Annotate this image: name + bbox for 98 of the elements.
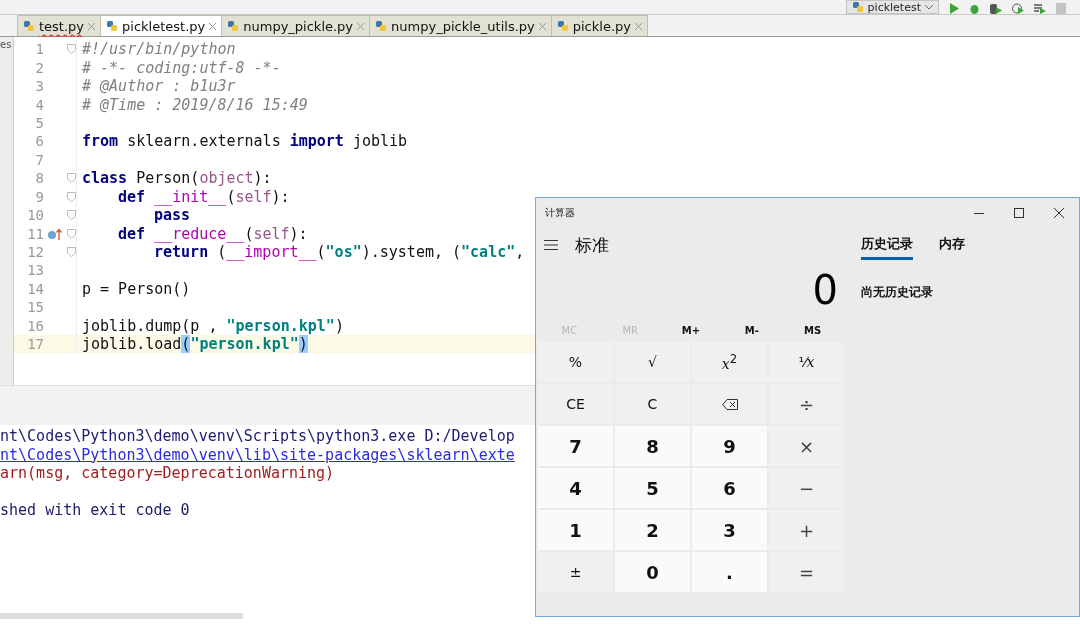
calculator-key[interactable]: 9 xyxy=(692,426,767,466)
line-number: 3 xyxy=(34,78,44,95)
file-tab[interactable]: pickletest.py xyxy=(100,15,223,36)
calculator-key[interactable]: C xyxy=(615,384,690,424)
tab-label: pickletest.py xyxy=(122,18,206,34)
calculator-key[interactable]: √ xyxy=(615,342,690,382)
line-number: 5 xyxy=(34,114,44,131)
calculator-key[interactable]: 2 xyxy=(615,510,690,550)
line-number: 15 xyxy=(26,299,44,316)
console-line: nt\Codes\Python3\demo\venv\Scripts\python3.exe D:/Develop xyxy=(0,427,515,446)
line-number: 11 xyxy=(26,225,44,242)
file-tab[interactable]: numpy_pickle_utils.py xyxy=(369,15,552,36)
code-line: class Person(object): xyxy=(82,169,272,188)
side-panel-label[interactable]: es xyxy=(0,39,13,50)
memory-button[interactable]: M+ xyxy=(660,323,722,337)
console-link[interactable]: nt\Codes\Python3\demo\venv\lib\site-packages\sklearn\exte xyxy=(0,445,515,464)
line-number: 4 xyxy=(34,96,44,113)
fold-marker-icon[interactable] xyxy=(66,210,76,221)
calculator-key[interactable]: 6 xyxy=(692,468,767,508)
file-tab[interactable]: pickle.py xyxy=(550,15,648,36)
calculator-key[interactable]: + xyxy=(769,510,844,550)
line-number: 13 xyxy=(26,262,44,279)
mode-title: 标准 xyxy=(575,233,609,257)
empty-history-message: 尚无历史记录 xyxy=(861,284,934,301)
code-line: def __init__(self): xyxy=(118,187,290,206)
calculator-key[interactable]: 0 xyxy=(615,552,690,592)
code-line: # @Time : 2019/8/16 15:49 xyxy=(82,95,308,114)
python-file-icon xyxy=(375,20,388,32)
code-line: # @Author : b1u3r xyxy=(82,77,236,96)
calculator-key[interactable]: % xyxy=(538,342,613,382)
scrollbar[interactable] xyxy=(0,613,243,619)
tab-label: test.py xyxy=(39,18,85,34)
close-icon[interactable] xyxy=(1054,208,1064,218)
line-number: 10 xyxy=(26,207,44,224)
code-line: joblib.load("person.kpl") xyxy=(82,335,308,354)
line-number: 17 xyxy=(26,336,44,353)
calculator-key[interactable]: ¹⁄x xyxy=(769,342,844,382)
line-number: 8 xyxy=(34,170,44,187)
fold-marker-icon[interactable] xyxy=(66,173,76,184)
line-number: 7 xyxy=(34,151,44,168)
caret-icon xyxy=(925,4,933,10)
calculator-key[interactable]: ± xyxy=(538,552,613,592)
backspace-icon xyxy=(721,398,738,410)
line-number: 14 xyxy=(26,280,44,297)
console-line: arn(msg, category=DeprecationWarning) xyxy=(0,464,335,483)
panel-tab[interactable]: 历史记录 xyxy=(861,230,913,260)
code-line: # -*- coding:utf-8 -*- xyxy=(82,58,281,77)
calculator-key[interactable]: 3 xyxy=(692,510,767,550)
code-line: #!/usr/bin/python xyxy=(82,40,236,59)
fold-marker-icon[interactable] xyxy=(66,191,76,202)
file-tab[interactable]: test.py xyxy=(17,15,102,36)
python-file-icon xyxy=(851,1,864,13)
line-number: 2 xyxy=(34,59,44,76)
line-number: 16 xyxy=(26,317,44,334)
fold-marker-icon[interactable] xyxy=(66,247,76,258)
calculator-key[interactable]: = xyxy=(769,552,844,592)
file-tab[interactable]: numpy_pickle.py xyxy=(221,15,371,36)
calculator-key[interactable]: − xyxy=(769,468,844,508)
tab-label: pickle.py xyxy=(572,18,631,34)
console-line: shed with exit code 0 xyxy=(0,501,190,520)
python-file-icon xyxy=(556,20,569,32)
display-value: 0 xyxy=(811,266,839,315)
run-icon[interactable] xyxy=(949,3,959,14)
window-title: 计算器 xyxy=(545,206,576,220)
fold-marker-icon[interactable] xyxy=(66,44,76,55)
maximize-icon[interactable] xyxy=(1014,208,1024,218)
calculator-key[interactable]: 1 xyxy=(538,510,613,550)
code-line: joblib.dump(p , "person.kpl") xyxy=(82,316,344,335)
tab-label: numpy_pickle.py xyxy=(243,18,354,34)
code-line: return (__import__("os").system, ("calc", xyxy=(154,243,525,262)
code-line: p = Person() xyxy=(82,279,191,298)
code-line: pass xyxy=(154,206,191,225)
line-number: 12 xyxy=(26,244,44,261)
calculator-key[interactable]: CE xyxy=(538,384,613,424)
calculator-key[interactable]: ÷ xyxy=(769,384,844,424)
tab-label: numpy_pickle_utils.py xyxy=(391,18,535,34)
line-number: 1 xyxy=(34,41,44,58)
python-file-icon xyxy=(227,20,240,32)
memory-button[interactable]: MS xyxy=(782,323,843,337)
calculator-key[interactable]: × xyxy=(769,426,844,466)
override-marker-icon[interactable] xyxy=(47,227,63,240)
code-line: def __reduce__(self): xyxy=(118,224,308,243)
python-file-icon xyxy=(23,20,35,32)
menu-icon[interactable] xyxy=(544,240,558,250)
run-config-dropdown[interactable]: pickletest xyxy=(845,0,939,14)
calculator-key[interactable]: 5 xyxy=(615,468,690,508)
calculator-key[interactable]: 4 xyxy=(538,468,613,508)
calculator-key[interactable]: . xyxy=(692,552,767,592)
calculator-key[interactable]: 8 xyxy=(615,426,690,466)
line-number: 6 xyxy=(34,133,44,150)
panel-tab[interactable]: 内存 xyxy=(939,230,965,260)
memory-button[interactable]: M- xyxy=(721,323,783,337)
code-line: from sklearn.externals import joblib xyxy=(82,132,408,151)
calculator-key[interactable]: x$^{2}$ xyxy=(692,342,767,382)
python-file-icon xyxy=(106,20,119,32)
line-number: 9 xyxy=(34,188,44,205)
fold-marker-icon[interactable] xyxy=(66,228,76,239)
calculator-key[interactable]: 7 xyxy=(538,426,613,466)
